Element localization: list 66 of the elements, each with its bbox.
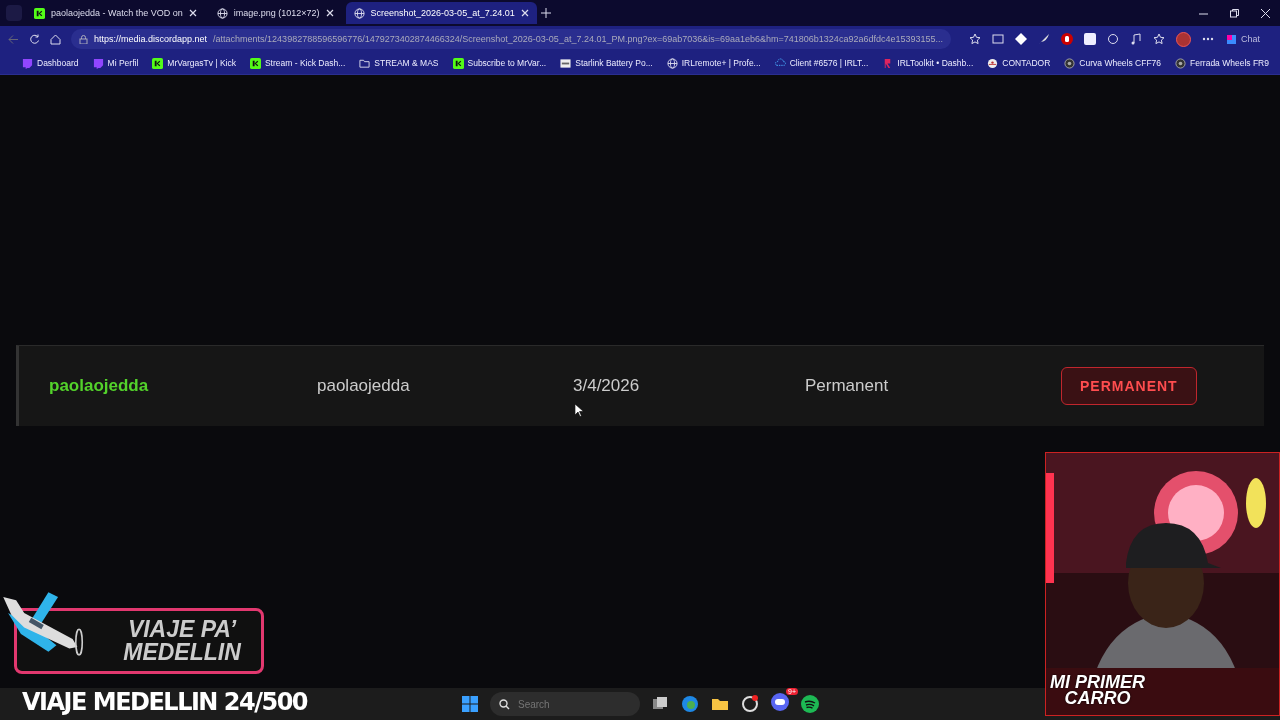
restore-icon[interactable] xyxy=(1230,8,1239,18)
home-icon[interactable] xyxy=(50,33,61,45)
bookmark[interactable]: IRLremote+ | Profe... xyxy=(666,57,761,69)
overlay-title: VIAJE PA’ xyxy=(127,618,237,641)
overlay-title: MEDELLIN xyxy=(123,641,241,664)
wheel-icon xyxy=(1175,57,1187,69)
moderator-name: paolaojedda xyxy=(317,376,411,396)
profile-avatar[interactable] xyxy=(1176,31,1191,47)
camera-caption: MI PRIMER xyxy=(1050,674,1145,690)
square-app-icon xyxy=(152,57,164,69)
bookmark[interactable]: Ferrada Wheels FR9 xyxy=(1175,57,1269,69)
bookmark[interactable]: Subscribe to MrVar... xyxy=(452,57,547,69)
close-tab-icon[interactable] xyxy=(325,9,334,17)
favorites-icon[interactable] xyxy=(1153,33,1165,45)
globe-icon xyxy=(666,57,678,69)
dial-icon xyxy=(987,57,999,69)
ban-duration: Permanent xyxy=(805,376,890,396)
music-icon[interactable] xyxy=(1130,33,1142,45)
bookmark[interactable]: Curva Wheels CFF76 xyxy=(1064,57,1162,69)
square-extension-icon[interactable] xyxy=(1084,33,1096,45)
music-app-icon[interactable] xyxy=(800,694,820,714)
bookmark[interactable]: CONTADOR xyxy=(987,57,1051,69)
close-icon[interactable] xyxy=(1261,8,1270,18)
lock-icon xyxy=(79,34,88,44)
square-app-icon xyxy=(34,7,45,19)
cloud-icon xyxy=(774,57,786,69)
bookmark[interactable]: Starlink Battery Po... xyxy=(560,57,653,69)
wheel-icon xyxy=(1064,57,1076,69)
bookmark[interactable]: Stream - Kick Dash... xyxy=(249,57,346,69)
folder-icon xyxy=(359,57,371,69)
diamond-icon[interactable] xyxy=(1015,33,1027,45)
aperture-icon[interactable] xyxy=(740,694,760,714)
username: paolaojedda xyxy=(49,376,150,396)
chat-bubble-icon xyxy=(92,57,104,69)
search-field[interactable]: Search xyxy=(490,692,640,716)
globe-icon xyxy=(216,7,228,19)
browser-tab[interactable]: paolaojedda - Watch the VOD on xyxy=(26,2,205,24)
bookmark[interactable]: MrVargasTv | Kick xyxy=(152,57,236,69)
reload-icon[interactable] xyxy=(29,33,40,45)
chat-bubble-icon xyxy=(22,57,33,69)
square-app-icon xyxy=(249,57,261,69)
star-icon[interactable] xyxy=(969,33,981,45)
bookmark[interactable]: Dashboard xyxy=(22,57,79,69)
bookmark[interactable]: STREAM & MAS xyxy=(359,57,439,69)
more-icon[interactable] xyxy=(1202,37,1214,41)
mouse-cursor-icon xyxy=(575,404,584,417)
browser-tab[interactable]: Screenshot_2026-03-05_at_7.24.01 xyxy=(345,2,537,24)
square-app-icon xyxy=(452,57,464,69)
permanent-button[interactable]: PERMANENT xyxy=(1061,367,1197,405)
windows-start-icon[interactable] xyxy=(460,694,480,714)
document-icon xyxy=(560,57,572,69)
address-bar[interactable]: https://media.discordapp.net /attachments/1243982788596596776/1479273402874466324/Screenshot_2026-03-05_at_7.24.01_PM.png?ex=69ab7036&is=69aa1eb6&hm=741806b1324ca92a6dfdc4e15393155... xyxy=(71,29,951,49)
new-tab-icon[interactable] xyxy=(540,8,551,18)
browser-tab[interactable]: image.png (1012×72) xyxy=(208,2,342,24)
close-tab-icon[interactable] xyxy=(520,9,529,17)
chat-logo-icon xyxy=(1225,32,1238,46)
browser-icon[interactable] xyxy=(680,694,700,714)
bookmark[interactable]: Client #6576 | IRLT... xyxy=(774,57,869,69)
ban-date: 3/4/2026 xyxy=(573,376,641,396)
camera-caption: CARRO xyxy=(1064,690,1131,706)
close-tab-icon[interactable] xyxy=(188,9,197,17)
globe-icon xyxy=(353,7,365,19)
counter-text: VIAJE MEDELLIN 24/500 xyxy=(22,687,308,717)
chat-button[interactable]: Chat xyxy=(1225,32,1260,46)
bookmark[interactable]: IRLToolkit • Dashb... xyxy=(882,57,974,69)
bookmark[interactable]: Mi Perfil xyxy=(92,57,139,69)
